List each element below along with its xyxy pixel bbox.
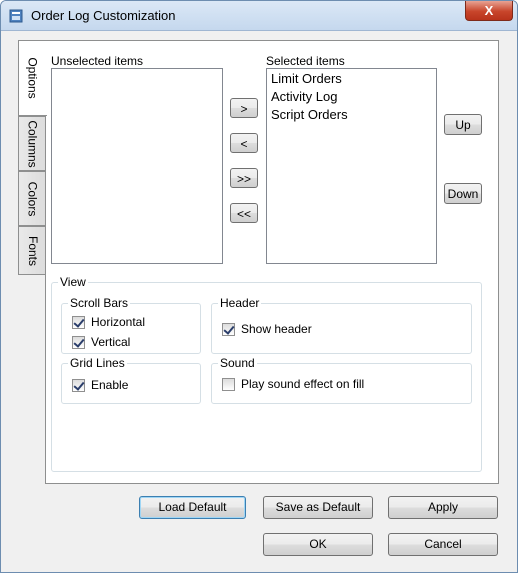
- tab-options-label: Options: [26, 57, 41, 99]
- view-group: View Scroll Bars Horizontal Vertical Hea…: [51, 275, 482, 472]
- show-header-checkbox[interactable]: [222, 322, 235, 336]
- header-group: Header Show header: [211, 296, 472, 354]
- view-group-title: View: [58, 275, 88, 289]
- enable-grid-checkbox-row[interactable]: Enable: [72, 378, 128, 392]
- list-item[interactable]: Activity Log: [267, 88, 436, 106]
- title-bar[interactable]: Order Log Customization X: [1, 1, 517, 31]
- load-default-button[interactable]: Load Default: [139, 496, 246, 519]
- remove-all-button[interactable]: <<: [230, 203, 258, 223]
- play-sound-checkbox-row[interactable]: Play sound effect on fill: [222, 377, 364, 391]
- sound-group-title: Sound: [218, 356, 257, 370]
- grid-lines-title: Grid Lines: [68, 356, 127, 370]
- header-group-title: Header: [218, 296, 262, 310]
- show-header-label: Show header: [241, 322, 312, 336]
- move-down-button[interactable]: Down: [444, 183, 482, 204]
- app-icon: [9, 9, 23, 23]
- horizontal-checkbox-row[interactable]: Horizontal: [72, 315, 145, 329]
- close-button[interactable]: X: [465, 1, 513, 21]
- tab-control: Options Columns Colors Fonts Unselected …: [18, 40, 499, 484]
- save-as-default-button[interactable]: Save as Default: [263, 496, 373, 519]
- move-up-button[interactable]: Up: [444, 114, 482, 135]
- tab-options[interactable]: Options: [18, 40, 47, 116]
- play-sound-label: Play sound effect on fill: [241, 377, 365, 391]
- tab-colors[interactable]: Colors: [18, 171, 46, 226]
- show-header-checkbox-row[interactable]: Show header: [222, 322, 312, 336]
- selected-items-list[interactable]: Limit Orders Activity Log Script Orders: [266, 68, 437, 264]
- list-item[interactable]: Limit Orders: [267, 70, 436, 88]
- add-all-button[interactable]: >>: [230, 168, 258, 188]
- tab-colors-label: Colors: [25, 181, 40, 216]
- sound-group: Sound Play sound effect on fill: [211, 356, 472, 404]
- unselected-items-label: Unselected items: [51, 54, 144, 68]
- ok-button[interactable]: OK: [263, 533, 373, 556]
- scroll-bars-group: Scroll Bars Horizontal Vertical: [61, 296, 201, 354]
- window-title: Order Log Customization: [31, 8, 176, 23]
- remove-item-button[interactable]: <: [230, 133, 258, 153]
- vertical-checkbox-label: Vertical: [91, 335, 131, 349]
- add-item-button[interactable]: >: [230, 98, 258, 118]
- options-page: Unselected items Selected items Limit Or…: [45, 40, 499, 484]
- tab-fonts-label: Fonts: [25, 235, 40, 266]
- tab-columns[interactable]: Columns: [18, 116, 46, 171]
- vertical-checkbox[interactable]: [72, 335, 85, 349]
- unselected-items-list[interactable]: [51, 68, 223, 264]
- close-icon: X: [484, 3, 494, 18]
- dialog-window: Order Log Customization X Options Column…: [0, 0, 518, 573]
- play-sound-checkbox[interactable]: [222, 377, 235, 391]
- cancel-button[interactable]: Cancel: [388, 533, 498, 556]
- grid-lines-group: Grid Lines Enable: [61, 356, 201, 404]
- vertical-checkbox-row[interactable]: Vertical: [72, 335, 130, 349]
- selected-items-label: Selected items: [266, 54, 345, 68]
- list-item[interactable]: Script Orders: [267, 106, 436, 124]
- tab-columns-label: Columns: [25, 119, 40, 168]
- horizontal-checkbox[interactable]: [72, 315, 85, 329]
- horizontal-checkbox-label: Horizontal: [91, 315, 146, 329]
- enable-grid-label: Enable: [91, 378, 129, 392]
- apply-button[interactable]: Apply: [388, 496, 498, 519]
- scroll-bars-title: Scroll Bars: [68, 296, 131, 310]
- enable-grid-checkbox[interactable]: [72, 378, 85, 392]
- tab-fonts[interactable]: Fonts: [18, 226, 46, 275]
